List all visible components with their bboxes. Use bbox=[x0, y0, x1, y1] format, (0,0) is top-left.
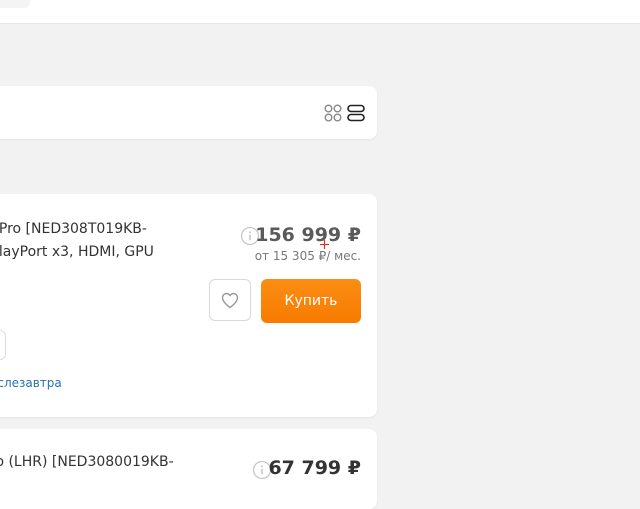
delivery-link[interactable]: ослезавтра bbox=[0, 376, 62, 390]
header-tab[interactable] bbox=[0, 0, 30, 8]
view-toolbar bbox=[0, 86, 377, 139]
buy-button[interactable]: Купить bbox=[261, 279, 361, 323]
product-title-line[interactable]: ro (LHR) [NED3080019KB- bbox=[0, 451, 190, 474]
product-price: 67 799 ₽ bbox=[268, 457, 361, 479]
product-title-line[interactable]: playPort x3, HDMI, GPU bbox=[0, 241, 190, 264]
add-to-wishlist-button[interactable] bbox=[209, 279, 251, 321]
product-title[interactable]: ro (LHR) [NED3080019KB- bbox=[0, 451, 190, 474]
product-card: gPro [NED308T019KB- playPort x3, HDMI, G… bbox=[0, 194, 377, 417]
product-card: ro (LHR) [NED3080019KB- 67 799 ₽ bbox=[0, 429, 377, 509]
product-price: 156 999 ₽ bbox=[255, 224, 361, 246]
rating-chip[interactable]: 9 bbox=[0, 330, 7, 360]
heart-icon bbox=[221, 292, 239, 309]
product-title-line[interactable]: gPro [NED308T019KB- bbox=[0, 218, 190, 241]
product-title[interactable]: gPro [NED308T019KB- playPort x3, HDMI, G… bbox=[0, 218, 190, 264]
crosshair-cursor-icon bbox=[320, 240, 329, 249]
list-view-icon[interactable] bbox=[347, 104, 365, 122]
grid-view-icon[interactable] bbox=[324, 104, 342, 122]
monthly-payment[interactable]: от 15 305 ₽/ мес. bbox=[255, 249, 361, 263]
header-bar bbox=[0, 0, 640, 24]
